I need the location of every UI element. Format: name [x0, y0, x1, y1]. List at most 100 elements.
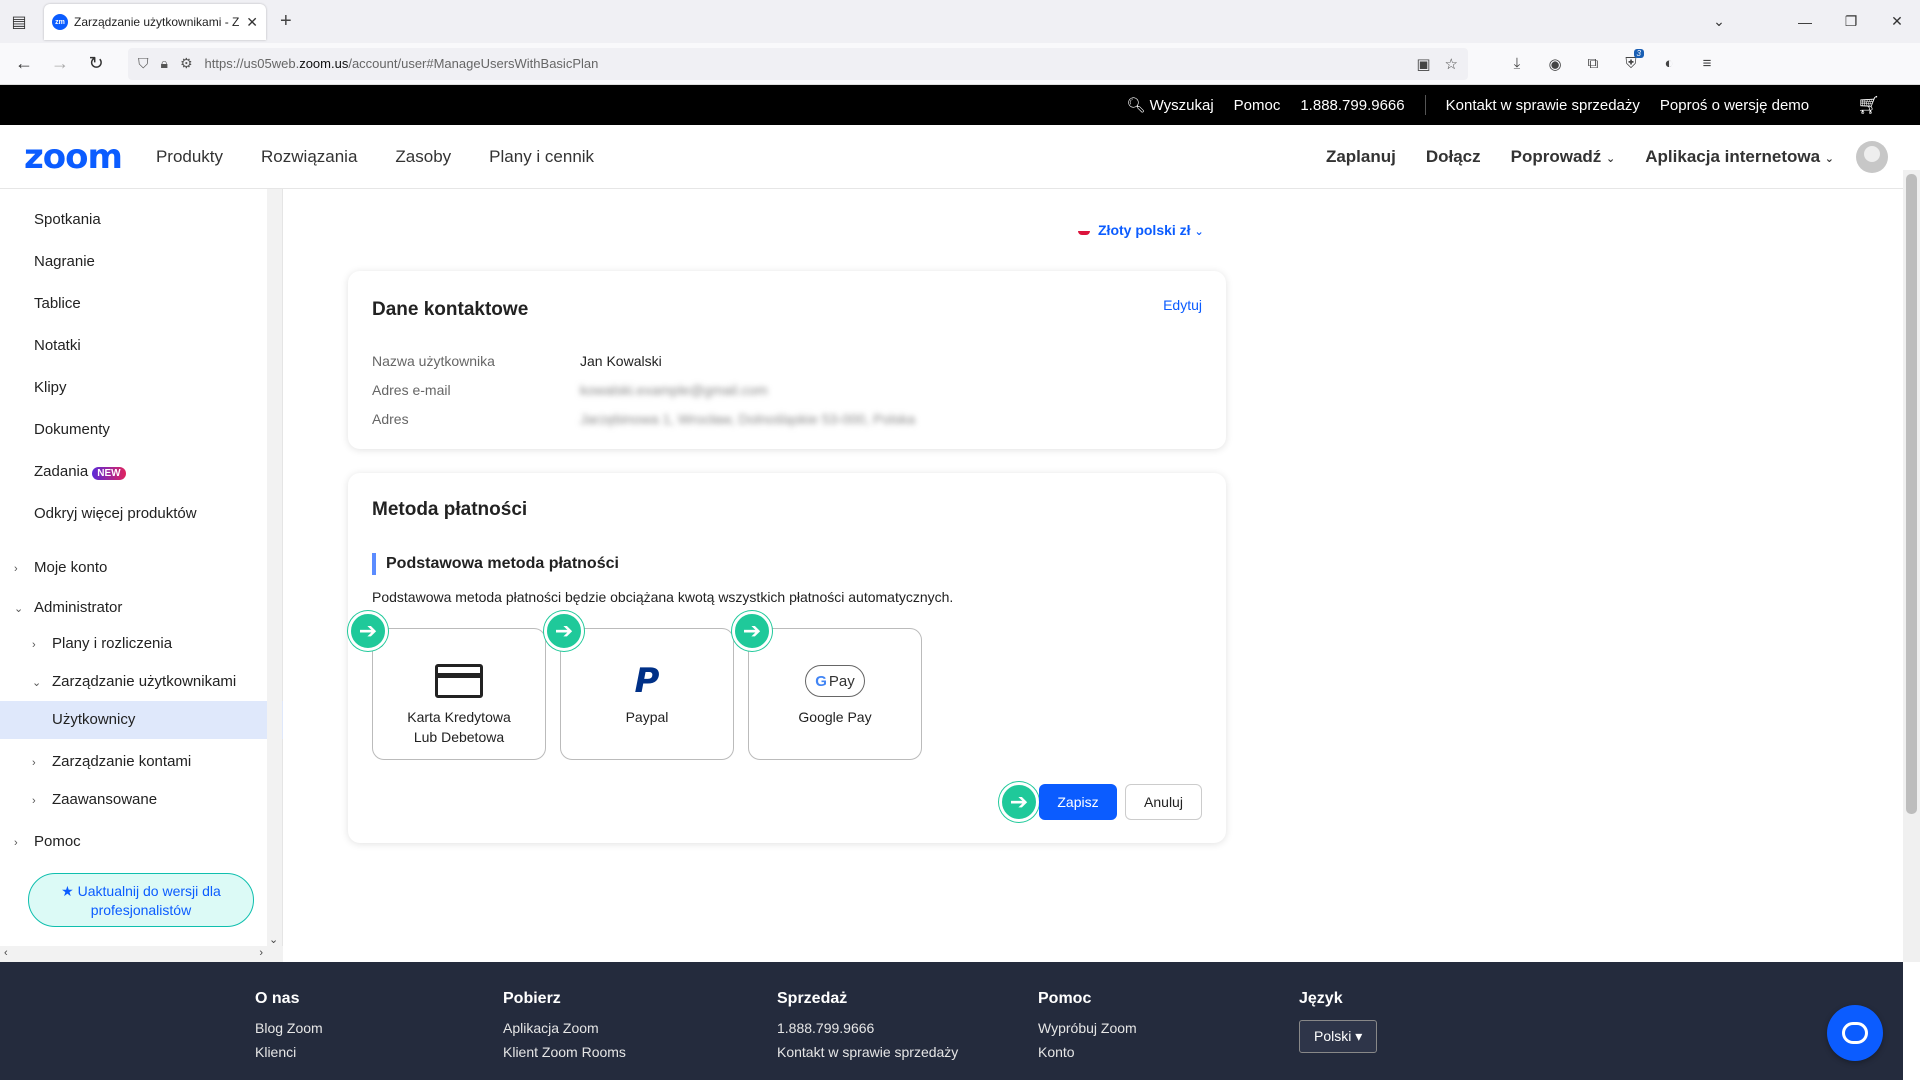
- nav-web-app[interactable]: Aplikacja internetowa ⌄: [1645, 147, 1834, 167]
- sidebar-item-discover[interactable]: Odkryj więcej produktów: [34, 505, 197, 522]
- footer-link[interactable]: Konto: [1038, 1044, 1137, 1060]
- nav-solutions[interactable]: Rozwiązania: [261, 147, 357, 167]
- contact-sales-link[interactable]: Kontakt w sprawie sprzedaży: [1446, 97, 1640, 114]
- sidebar-item-advanced[interactable]: › Zaawansowane: [32, 791, 157, 808]
- scrollbar-thumb[interactable]: [1906, 174, 1917, 814]
- back-icon[interactable]: ←: [6, 53, 42, 74]
- new-tab-icon[interactable]: +: [280, 10, 292, 33]
- google-pay-label: Google Pay: [798, 709, 872, 725]
- footer-link[interactable]: Wypróbuj Zoom: [1038, 1020, 1137, 1036]
- forward-icon[interactable]: →: [42, 53, 78, 74]
- sidebar-item-my-account[interactable]: › Moje konto: [14, 559, 107, 576]
- sidebar-item-users[interactable]: Użytkownicy: [52, 711, 135, 728]
- edit-link[interactable]: Edytuj: [1163, 297, 1202, 313]
- footer-heading: O nas: [255, 990, 300, 1007]
- translate-icon[interactable]: ▣: [1416, 55, 1430, 73]
- nav-plans-pricing[interactable]: Plany i cennik: [489, 147, 594, 167]
- chevron-right-icon: ›: [32, 795, 36, 807]
- footer-link[interactable]: Kontakt w sprawie sprzedaży: [777, 1044, 958, 1060]
- sidebar-item-meetings[interactable]: Spotkania: [34, 211, 101, 228]
- poland-flag-icon: [1078, 227, 1090, 236]
- extension-puzzle-icon[interactable]: ◐: [1650, 55, 1688, 73]
- contact-card: Dane kontaktowe Edytuj Nazwa użytkownika…: [348, 271, 1226, 449]
- sidebar: Spotkania Nagranie Tablice Notatki Klipy…: [0, 189, 283, 962]
- cancel-button[interactable]: Anuluj: [1125, 784, 1202, 820]
- scroll-down-icon[interactable]: ⌄: [269, 933, 278, 946]
- sidebar-horizontal-scrollbar[interactable]: ‹ ›: [0, 946, 283, 962]
- save-button[interactable]: Zapisz: [1039, 784, 1117, 820]
- shield-icon[interactable]: ⛉: [138, 55, 149, 72]
- lock-icon[interactable]: 🔒︎: [161, 55, 168, 72]
- permissions-icon[interactable]: ⚙: [180, 55, 193, 72]
- sidebar-item-user-management[interactable]: ⌄ Zarządzanie użytkownikami: [32, 673, 236, 690]
- footer-link[interactable]: Klient Zoom Rooms: [503, 1044, 626, 1060]
- sidebar-item-clips[interactable]: Klipy: [34, 379, 67, 396]
- close-window-icon[interactable]: ✕: [1874, 13, 1920, 30]
- main-nav-right: Zaplanuj Dołącz Poprowadź ⌄ Aplikacja in…: [1296, 125, 1888, 189]
- sidebar-item-whiteboards[interactable]: Tablice: [34, 295, 81, 312]
- sidebar-item-admin[interactable]: ⌄ Administrator: [14, 599, 122, 616]
- star-icon: ★: [61, 883, 74, 899]
- nav-resources[interactable]: Zasoby: [395, 147, 451, 167]
- help-link[interactable]: Pomoc: [1234, 97, 1281, 114]
- upgrade-button[interactable]: ★ Uaktualnij do wersji dla profesjonalis…: [28, 873, 254, 927]
- chevron-right-icon: ›: [32, 639, 36, 651]
- restore-icon[interactable]: ❐: [1828, 13, 1874, 30]
- extensions-icon[interactable]: ⧉: [1574, 55, 1612, 73]
- sidebar-item-tasks[interactable]: Zadania NEW: [34, 463, 126, 480]
- cart-icon[interactable]: 🛒︎: [1857, 95, 1880, 116]
- browser-tab[interactable]: zm Zarządzanie użytkownikami - Z ✕: [44, 4, 266, 40]
- menu-icon[interactable]: ≡: [1688, 55, 1726, 73]
- nav-join[interactable]: Dołącz: [1426, 147, 1481, 167]
- search-link[interactable]: 🔍︎ Wyszukaj: [1126, 96, 1213, 114]
- language-dropdown[interactable]: Polski ▾: [1299, 1020, 1378, 1053]
- sidebar-item-plans-billing[interactable]: › Plany i rozliczenia: [32, 635, 172, 652]
- avatar[interactable]: [1856, 141, 1888, 173]
- footer-link[interactable]: Blog Zoom: [255, 1020, 323, 1036]
- zoom-logo[interactable]: zoom: [24, 137, 123, 177]
- tab-list-icon[interactable]: ▤: [0, 0, 38, 43]
- nav-host[interactable]: Poprowadź ⌄: [1511, 147, 1616, 167]
- extension-shield-icon[interactable]: ⛨ 3: [1612, 48, 1650, 73]
- download-icon[interactable]: ⤓: [1498, 55, 1536, 73]
- nav-schedule[interactable]: Zaplanuj: [1326, 147, 1396, 167]
- footer-link[interactable]: Aplikacja Zoom: [503, 1020, 626, 1036]
- bookmark-star-icon[interactable]: ☆: [1445, 55, 1458, 73]
- chevron-down-icon: ⌄: [14, 603, 24, 615]
- card-label-line1: Karta Kredytowa: [407, 709, 511, 725]
- google-pay-option[interactable]: G Pay Google Pay: [748, 628, 922, 760]
- footer-heading: Sprzedaż: [777, 990, 848, 1007]
- sidebar-item-notes[interactable]: Notatki: [34, 337, 81, 354]
- extension-badge: 3: [1633, 48, 1644, 58]
- browser-tab-bar: ▤ zm Zarządzanie użytkownikami - Z ✕ + ⌄…: [0, 0, 1920, 43]
- sidebar-item-account-management[interactable]: › Zarządzanie kontami: [32, 753, 191, 770]
- url-bar[interactable]: ⛉ 🔒︎ ⚙ https://us05web.zoom.us/account/u…: [128, 47, 1468, 80]
- email-label: Adres e-mail: [372, 382, 451, 398]
- footer-link[interactable]: 1.888.799.9666: [777, 1020, 958, 1036]
- footer: O nas Blog Zoom Klienci Pobierz Aplikacj…: [0, 962, 1903, 1080]
- scroll-left-icon[interactable]: ‹: [4, 947, 8, 959]
- email-value: kowalski.example@gmail.com: [580, 382, 768, 398]
- currency-selector[interactable]: Złoty polski zł ⌄: [1078, 222, 1204, 238]
- sidebar-item-help[interactable]: › Pomoc: [14, 833, 81, 850]
- list-tabs-icon[interactable]: ⌄: [1696, 13, 1742, 30]
- sidebar-scrollbar[interactable]: ⌄: [267, 189, 282, 962]
- url-text[interactable]: https://us05web.zoom.us/account/user#Man…: [205, 56, 1403, 71]
- page-scrollbar[interactable]: [1903, 170, 1920, 962]
- nav-products[interactable]: Produkty: [156, 147, 223, 167]
- credit-card-option[interactable]: Karta Kredytowa Lub Debetowa: [372, 628, 546, 760]
- paypal-option[interactable]: P Paypal: [560, 628, 734, 760]
- scroll-right-icon[interactable]: ›: [259, 947, 263, 959]
- username-label: Nazwa użytkownika: [372, 353, 495, 369]
- footer-heading: Pomoc: [1038, 990, 1092, 1007]
- request-demo-link[interactable]: Poproś o wersję demo: [1660, 97, 1809, 114]
- phone-link[interactable]: 1.888.799.9666: [1300, 97, 1404, 114]
- minimize-icon[interactable]: —: [1782, 14, 1828, 30]
- sidebar-item-recording[interactable]: Nagranie: [34, 253, 95, 270]
- chat-button[interactable]: [1827, 1005, 1883, 1061]
- reload-icon[interactable]: ↻: [78, 53, 114, 74]
- footer-link[interactable]: Klienci: [255, 1044, 323, 1060]
- close-tab-icon[interactable]: ✕: [246, 14, 258, 31]
- account-icon[interactable]: ◉: [1536, 55, 1574, 73]
- sidebar-item-documents[interactable]: Dokumenty: [34, 421, 110, 438]
